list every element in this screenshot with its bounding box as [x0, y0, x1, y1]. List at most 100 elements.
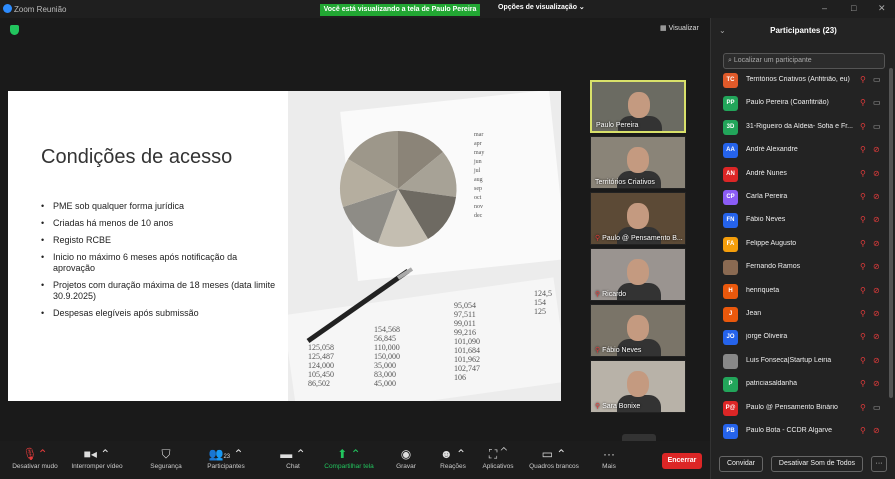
- participant-row[interactable]: J Jean ⚲ ⊘: [723, 306, 893, 324]
- video-tile[interactable]: Paulo Pereira: [590, 80, 686, 133]
- avatar: PB: [723, 424, 738, 439]
- muted-mic-icon[interactable]: ⚲: [860, 145, 866, 154]
- participant-row[interactable]: Hhenriqueta ⚲ ⊘: [723, 283, 893, 301]
- participant-row[interactable]: Luis Fonseca|Startup Leiria ⚲ ⊘: [723, 353, 893, 371]
- muted-mic-icon[interactable]: ⚲: [860, 286, 866, 295]
- participant-name: Fábio Neves: [746, 216, 786, 224]
- meeting-toolbar: 🎙︎⌃ Desativar mudo ■◂ ⌃ Interromper vídeo …: [0, 441, 710, 479]
- end-meeting-button[interactable]: Encerrar: [662, 453, 702, 469]
- participant-row[interactable]: AA André Alexandre ⚲ ⊘: [723, 142, 893, 160]
- video-off-icon[interactable]: ⊘: [873, 262, 880, 271]
- record-button[interactable]: ◉ Gravar: [390, 445, 422, 470]
- muted-mic-icon[interactable]: ⚲: [860, 169, 866, 178]
- video-tile[interactable]: ⚲ Ricardo: [590, 248, 686, 301]
- reactions-button[interactable]: ☻ ⌃ Reações: [434, 445, 472, 470]
- minimize-icon[interactable]: –: [822, 3, 827, 13]
- video-off-icon[interactable]: ⊘: [873, 145, 880, 154]
- muted-mic-icon[interactable]: ⚲: [860, 379, 866, 388]
- slide-bullets: PME sob qualquer forma jurídica Criadas …: [41, 201, 281, 325]
- muted-mic-icon[interactable]: ⚲: [860, 309, 866, 318]
- table-cell: 99,216: [454, 328, 476, 337]
- avatar: PP: [723, 96, 738, 112]
- muted-mic-icon[interactable]: ⚲: [860, 215, 866, 224]
- video-off-icon[interactable]: ⊘: [873, 426, 880, 435]
- apps-button[interactable]: ⛶ ⌃ Aplicativos: [476, 445, 520, 470]
- video-camera-icon[interactable]: ▭: [873, 122, 881, 131]
- share-screen-icon: ⬆ ⌃: [337, 447, 361, 461]
- toolbar-label: Gravar: [396, 463, 416, 470]
- video-off-icon[interactable]: ⊘: [873, 309, 880, 318]
- toolbar-label: Interromper vídeo: [71, 463, 123, 470]
- participant-row[interactable]: PB Paulo Bota - CCDR Algarve ⚲ ⊘: [723, 423, 893, 441]
- muted-mic-icon[interactable]: ⚲: [860, 98, 866, 107]
- muted-mic-icon[interactable]: ⚲: [860, 239, 866, 248]
- muted-mic-icon[interactable]: ⚲: [860, 332, 866, 341]
- muted-mic-icon[interactable]: ⚲: [860, 75, 866, 84]
- video-tile[interactable]: ⚲ Paulo @ Pensamento B...: [590, 192, 686, 245]
- stop-video-button[interactable]: ■◂ ⌃ Interromper vídeo: [66, 445, 128, 470]
- participant-search-input[interactable]: ⌕ Localizar um participante: [723, 53, 885, 69]
- bullet-item: PME sob qualquer forma jurídica: [41, 201, 281, 212]
- participant-row[interactable]: CP Carla Pereira ⚲ ⊘: [723, 189, 893, 207]
- video-tile[interactable]: ⚲ Fábio Neves: [590, 304, 686, 357]
- video-tile[interactable]: Territórios Criativos: [590, 136, 686, 189]
- participant-row[interactable]: Fernando Ramos ⚲ ⊘: [723, 259, 893, 277]
- close-icon[interactable]: ✕: [878, 3, 886, 14]
- muted-mic-icon[interactable]: ⚲: [860, 192, 866, 201]
- tile-name: ⚲ Paulo @ Pensamento B...: [595, 234, 683, 242]
- participants-count: 23: [223, 454, 231, 460]
- avatar: AA: [723, 143, 738, 159]
- share-screen-button[interactable]: ⬆ ⌃ Compartilhar tela: [318, 445, 380, 470]
- legend-item: sep: [474, 186, 482, 192]
- view-options-menu[interactable]: Opções de visualização ⌄: [498, 3, 585, 11]
- encryption-shield-icon[interactable]: [10, 25, 19, 35]
- security-button[interactable]: ⛉ Segurança: [144, 445, 188, 470]
- participant-row[interactable]: P@ Paulo @ Pensamento Binário ⚲ ▭: [723, 400, 893, 418]
- participant-row[interactable]: AN André Nunes ⚲ ⊘: [723, 166, 893, 184]
- video-off-icon[interactable]: ⊘: [873, 169, 880, 178]
- whiteboards-button[interactable]: ▭ ⌃ Quadros brancos: [524, 445, 584, 470]
- avatar: CP: [723, 190, 738, 205]
- participant-row[interactable]: 3D 31-Rigueiro da Aldeia- Sofia e Fr... ⚲ ▭: [723, 119, 893, 137]
- participant-row[interactable]: Ppatriciasaldanha ⚲ ⊘: [723, 376, 893, 394]
- video-off-icon[interactable]: ⊘: [873, 379, 880, 388]
- participant-row[interactable]: PP Paulo Pereira (Coanfitrião) ⚲ ▭: [723, 95, 893, 113]
- chat-button[interactable]: ▬ ⌃ Chat: [278, 445, 308, 470]
- chat-icon: ▬ ⌃: [280, 447, 306, 461]
- participant-name: 31-Rigueiro da Aldeia- Sofia e Fr...: [746, 122, 854, 130]
- more-button[interactable]: ··· Mais: [594, 445, 624, 470]
- participants-button[interactable]: 👥23 ⌃ Participantes: [200, 445, 252, 470]
- video-camera-icon: ■◂ ⌃: [83, 447, 111, 461]
- muted-mic-icon[interactable]: ⚲: [860, 122, 866, 131]
- muted-mic-icon[interactable]: ⚲: [860, 403, 866, 412]
- video-off-icon[interactable]: ⊘: [873, 239, 880, 248]
- video-camera-icon[interactable]: ▭: [873, 403, 881, 412]
- participant-name: jorge Oliveira: [746, 333, 788, 341]
- toolbar-label: Chat: [286, 463, 300, 470]
- view-button[interactable]: ▦ Visualizar: [660, 24, 699, 32]
- tile-name: ⚲ Sara Bonixe: [595, 402, 640, 410]
- video-off-icon[interactable]: ⊘: [873, 192, 880, 201]
- video-off-icon[interactable]: ⊘: [873, 356, 880, 365]
- mute-all-button[interactable]: Desativar Som de Todos: [771, 456, 863, 472]
- video-camera-icon[interactable]: ▭: [873, 98, 881, 107]
- participant-row[interactable]: JO jorge Oliveira ⚲ ⊘: [723, 329, 893, 347]
- video-camera-icon[interactable]: ▭: [873, 75, 881, 84]
- muted-mic-icon[interactable]: ⚲: [860, 356, 866, 365]
- more-options-button[interactable]: ···: [871, 456, 887, 472]
- panel-scrollbar[interactable]: [889, 68, 893, 398]
- video-off-icon[interactable]: ⊘: [873, 332, 880, 341]
- participant-row[interactable]: TC Territórios Criativos (Anfitrião, eu) ⚲…: [723, 72, 893, 90]
- maximize-icon[interactable]: □: [851, 3, 856, 13]
- video-off-icon[interactable]: ⊘: [873, 215, 880, 224]
- mute-button[interactable]: 🎙︎⌃ Desativar mudo: [6, 445, 64, 470]
- legend-item: mar: [474, 132, 484, 138]
- participant-face: [627, 371, 649, 397]
- muted-mic-icon[interactable]: ⚲: [860, 262, 866, 271]
- video-tile[interactable]: ⚲ Sara Bonixe: [590, 360, 686, 413]
- invite-button[interactable]: Convidar: [719, 456, 763, 472]
- video-off-icon[interactable]: ⊘: [873, 286, 880, 295]
- muted-mic-icon[interactable]: ⚲: [860, 426, 866, 435]
- participant-row[interactable]: FA Felippe Augusto ⚲ ⊘: [723, 236, 893, 254]
- participant-row[interactable]: FN Fábio Neves ⚲ ⊘: [723, 212, 893, 230]
